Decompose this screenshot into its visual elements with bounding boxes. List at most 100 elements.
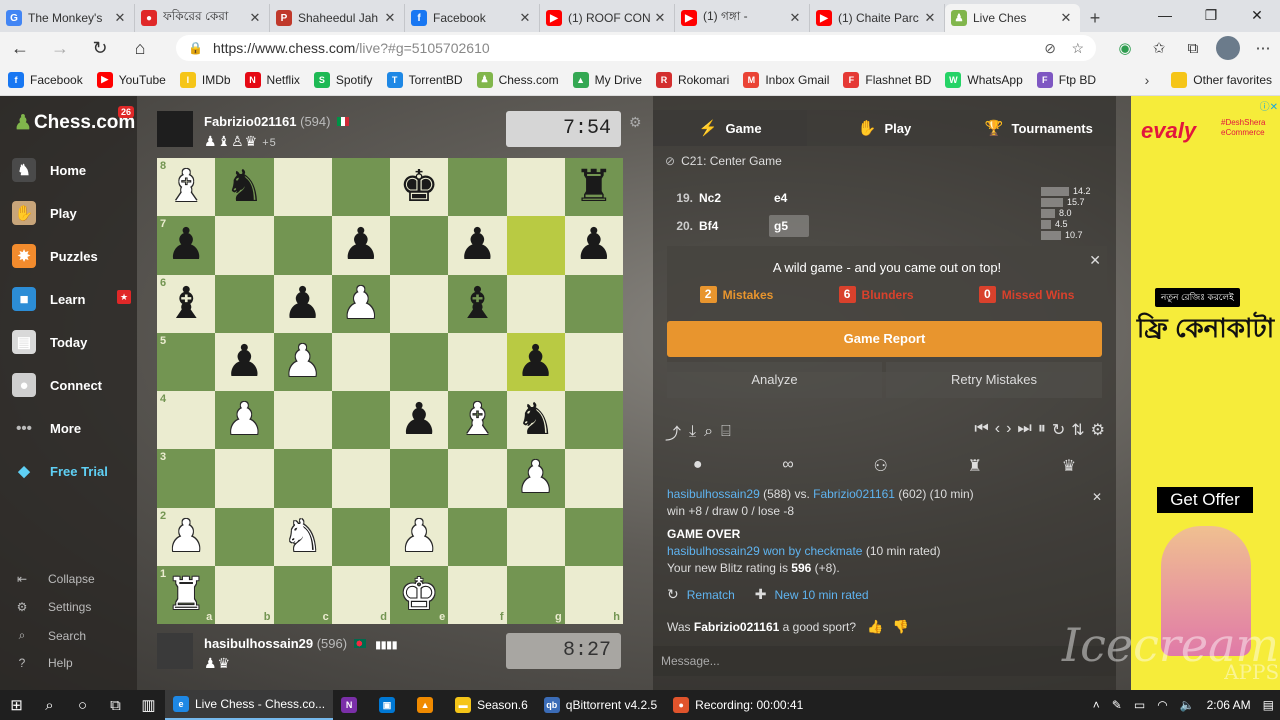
browser-tab[interactable]: f Facebook ✕ — [405, 4, 540, 32]
white-piece-icon[interactable]: ♚ — [399, 572, 438, 617]
square-g2[interactable] — [506, 507, 565, 566]
friends-icon[interactable]: ⚇ — [873, 456, 887, 480]
taskbar-app[interactable]: ▬ Season.6 — [447, 690, 536, 720]
opening-name[interactable]: ⊘ C21: Center Game — [665, 154, 782, 168]
square-e8[interactable]: ♚ — [390, 158, 449, 217]
white-piece-icon[interactable]: ♟ — [283, 339, 322, 384]
taskbar-app[interactable]: e Live Chess - Chess.co... — [165, 690, 334, 720]
square-g5[interactable]: ♟ — [506, 332, 565, 391]
bookmark-item[interactable]: T TorrentBD — [386, 71, 463, 88]
square-g1[interactable]: g — [506, 565, 565, 624]
square-c8[interactable] — [273, 158, 332, 217]
bottom-player-avatar[interactable] — [157, 633, 193, 669]
square-b7[interactable] — [215, 216, 274, 275]
notification-badge[interactable]: 26 — [118, 106, 135, 118]
black-piece-icon[interactable]: ♝ — [458, 281, 497, 326]
black-piece-icon[interactable]: ♟ — [399, 398, 438, 442]
top-player-name[interactable]: Fabrizio021161 — [204, 114, 297, 129]
square-e1[interactable]: e ♚ — [390, 565, 449, 624]
square-g7[interactable] — [506, 216, 565, 275]
white-piece-icon[interactable]: ♞ — [283, 514, 322, 559]
maximize-icon[interactable]: ❐ — [1188, 0, 1234, 30]
tab-game[interactable]: ⚡ Game — [653, 110, 808, 146]
nav-item-free-trial[interactable]: ◆ Free Trial — [0, 451, 137, 491]
nav-settings[interactable]: ⚙ Settings — [12, 600, 92, 614]
square-e7[interactable] — [390, 216, 449, 275]
square-e2[interactable]: ♟ — [390, 507, 449, 566]
black-piece-icon[interactable]: ♝ — [166, 281, 205, 326]
battery-icon[interactable]: ▭ — [1134, 698, 1145, 712]
nav-item-home[interactable]: ♞ Home — [0, 150, 137, 190]
square-h3[interactable] — [564, 449, 623, 508]
square-h2[interactable] — [564, 507, 623, 566]
search-icon[interactable]: ⌕ — [33, 690, 66, 720]
white-piece-icon[interactable]: ♟ — [341, 281, 380, 326]
square-d5[interactable] — [331, 332, 390, 391]
chevron-right-icon[interactable]: › — [1145, 72, 1150, 88]
square-f4[interactable]: ♝ — [448, 391, 507, 450]
taskbar-app[interactable]: ▲ — [409, 690, 447, 720]
square-f6[interactable]: ♝ — [448, 274, 507, 333]
tab-tournaments[interactable]: 🏆 Tournaments — [961, 110, 1116, 146]
chat-bubble-icon[interactable]: ● — [693, 456, 703, 480]
bookmark-item[interactable]: M Inbox Gmail — [743, 71, 829, 88]
new-game-button[interactable]: ✚ New 10 min rated — [755, 586, 869, 603]
pen-icon[interactable]: ✎ — [1112, 698, 1122, 712]
tab-close-icon[interactable]: ✕ — [922, 10, 938, 26]
black-move[interactable]: g5 — [769, 215, 809, 237]
nav-item-play[interactable]: ✋ Play — [0, 193, 137, 233]
profile-avatar[interactable] — [1216, 36, 1240, 60]
square-a4[interactable]: 4 — [157, 391, 216, 450]
square-b6[interactable] — [215, 274, 274, 333]
square-b2[interactable] — [215, 507, 274, 566]
square-b5[interactable]: ♟ — [215, 332, 274, 391]
tracking-icon[interactable]: ⊘ — [1044, 40, 1056, 57]
browser-tab[interactable]: P Shaheedul Jah ✕ — [270, 4, 405, 32]
white-piece-icon[interactable]: ♜ — [166, 572, 205, 617]
minimize-icon[interactable]: — — [1142, 0, 1188, 30]
white-piece-icon[interactable]: ♝ — [458, 398, 497, 442]
square-c2[interactable]: ♞ — [273, 507, 332, 566]
taskbar-app[interactable]: ▣ — [371, 690, 409, 720]
stat-mistakes[interactable]: 2 Mistakes — [699, 286, 773, 303]
tab-close-icon[interactable]: ✕ — [652, 10, 668, 26]
square-c6[interactable]: ♟ — [273, 274, 332, 333]
tab-close-icon[interactable]: ✕ — [112, 10, 128, 26]
bookmark-item[interactable]: F Flashnet BD — [843, 71, 931, 88]
square-h5[interactable] — [564, 332, 623, 391]
browser-tab[interactable]: G The Monkey's ✕ — [0, 4, 135, 32]
binoculars-icon[interactable]: ∞ — [782, 456, 793, 480]
square-c5[interactable]: ♟ — [273, 332, 332, 391]
close-window-icon[interactable]: ✕ — [1234, 0, 1280, 30]
library-icon[interactable]: ▥ — [132, 690, 165, 720]
cortana-icon[interactable]: ○ — [66, 690, 99, 720]
square-e5[interactable] — [390, 332, 449, 391]
square-b8[interactable]: ♞ — [215, 158, 274, 217]
bookmark-item[interactable]: I IMDb — [179, 71, 231, 88]
square-h8[interactable]: ♜ — [564, 158, 623, 217]
browser-tab[interactable]: ▶ (1) Chaite Parc ✕ — [810, 4, 945, 32]
square-b3[interactable] — [215, 449, 274, 508]
wifi-icon[interactable]: ◠ — [1157, 698, 1167, 712]
white-move[interactable]: Nc2 — [699, 191, 769, 205]
square-c4[interactable] — [273, 391, 332, 450]
square-f5[interactable] — [448, 332, 507, 391]
nav-search[interactable]: ⌕ Search — [12, 628, 86, 643]
square-f1[interactable]: f — [448, 565, 507, 624]
chess-logo[interactable]: ♟ Chess.com 26 — [14, 106, 135, 135]
square-h1[interactable]: h — [564, 565, 623, 624]
volume-icon[interactable]: 🔈 — [1180, 698, 1195, 712]
bottom-player-name[interactable]: hasibulhossain29 — [204, 636, 313, 651]
forward-arrow-icon[interactable]: → — [40, 32, 80, 64]
black-piece-icon[interactable]: ♞ — [516, 398, 555, 442]
square-g4[interactable]: ♞ — [506, 391, 565, 450]
square-b1[interactable]: b — [215, 565, 274, 624]
black-piece-icon[interactable]: ♟ — [458, 223, 497, 267]
black-piece-icon[interactable]: ♟ — [166, 223, 205, 267]
square-c7[interactable] — [273, 216, 332, 275]
black-piece-icon[interactable]: ♟ — [225, 339, 264, 384]
nav-item-connect[interactable]: ● Connect — [0, 365, 137, 405]
reload-icon[interactable]: ↻ — [80, 32, 120, 64]
flip-board-icon[interactable]: ⇅ — [1071, 420, 1084, 440]
last-move-icon[interactable]: ⏭ — [1017, 420, 1031, 440]
